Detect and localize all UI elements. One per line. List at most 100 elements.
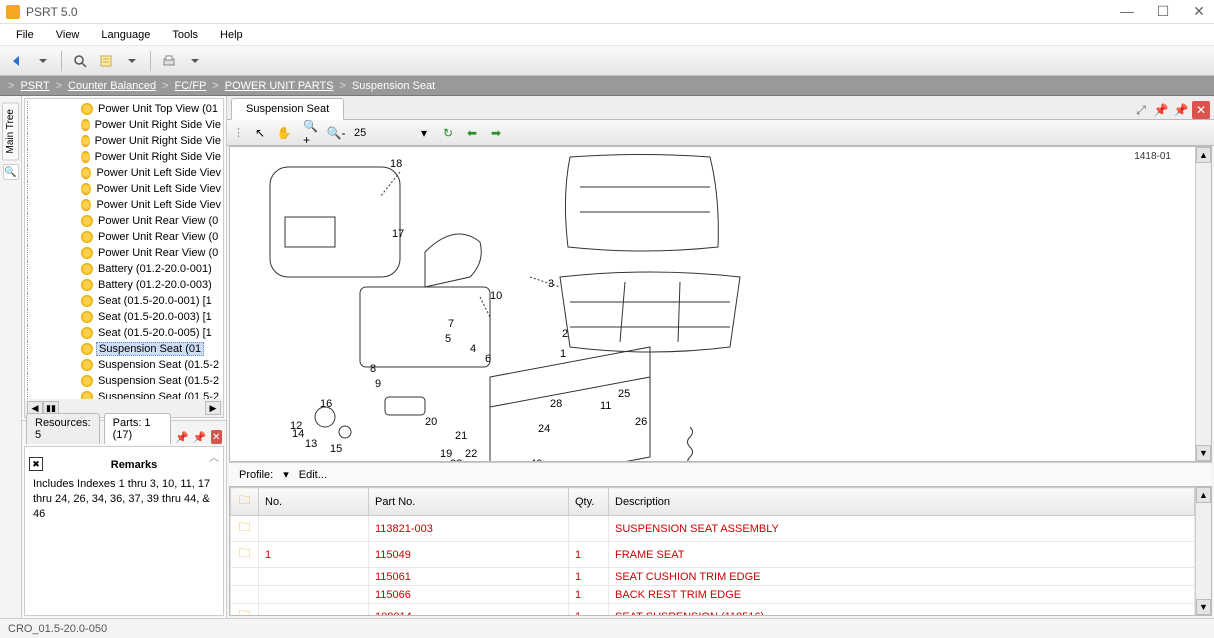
tree-item[interactable]: Power Unit Right Side Vie <box>27 117 223 133</box>
pin-icon-2[interactable]: 📌 <box>193 430 207 444</box>
resources-tab[interactable]: Resources: 5 <box>26 413 100 444</box>
tree-item[interactable]: Battery (01.2-20.0-001) <box>27 261 223 277</box>
close-doc-icon[interactable]: ✕ <box>1192 101 1210 119</box>
back-button[interactable] <box>6 50 28 72</box>
menu-language[interactable]: Language <box>91 27 160 43</box>
main-tree-tab[interactable]: Main Tree <box>2 102 19 160</box>
tree-item[interactable]: Seat (01.5-20.0-001) [1 <box>27 293 223 309</box>
pin-icon[interactable]: 📌 <box>175 430 189 444</box>
breadcrumb-item[interactable]: POWER UNIT PARTS <box>225 80 334 92</box>
cell-part: 115061 <box>369 568 569 586</box>
profile-dropdown[interactable]: ▾ <box>283 468 289 481</box>
tree-item[interactable]: Seat (01.5-20.0-003) [1 <box>27 309 223 325</box>
expand-icon[interactable]: ⤢ <box>1132 101 1150 119</box>
parts-tab[interactable]: Parts: 1 (17) <box>104 413 172 444</box>
grid-scrollbar[interactable]: ▲ ▼ <box>1195 487 1211 615</box>
tree-item[interactable]: Power Unit Right Side Vie <box>27 149 223 165</box>
cell-qty: 1 <box>569 542 609 568</box>
pin-doc-icon[interactable]: 📌 <box>1152 101 1170 119</box>
zoom-value[interactable]: 25 <box>350 126 410 140</box>
grid-header-part[interactable]: Part No. <box>369 488 569 516</box>
nav-prev-icon[interactable]: ⬅ <box>462 123 482 143</box>
close-button[interactable]: ✕ <box>1190 3 1208 20</box>
bulb-icon <box>81 279 93 291</box>
cell-no <box>259 568 369 586</box>
scroll-down-button[interactable]: ▼ <box>1196 445 1211 461</box>
menu-help[interactable]: Help <box>210 27 253 43</box>
profile-edit-link[interactable]: Edit... <box>299 469 327 481</box>
dropdown-toggle[interactable] <box>32 50 54 72</box>
cell-desc: FRAME SEAT <box>609 542 1195 568</box>
breadcrumb-item[interactable]: FC/FP <box>175 80 207 92</box>
tree-item[interactable]: Power Unit Rear View (0 <box>27 213 223 229</box>
menu-view[interactable]: View <box>46 27 90 43</box>
bulb-icon <box>81 231 93 243</box>
viewer-scrollbar[interactable]: ▲ ▼ <box>1195 147 1211 461</box>
print-icon[interactable] <box>158 50 180 72</box>
tree-item-label: Suspension Seat (01.5-2 <box>96 359 221 371</box>
tree-item[interactable]: Battery (01.2-20.0-003) <box>27 277 223 293</box>
nav-next-icon[interactable]: ➡ <box>486 123 506 143</box>
diagram-viewer[interactable]: 1418-01 <box>229 146 1212 462</box>
tree-item[interactable]: Suspension Seat (01.5-2 <box>27 373 223 389</box>
bulb-icon <box>81 359 93 371</box>
tree-item[interactable]: Power Unit Top View (01 <box>27 101 223 117</box>
refresh-icon[interactable]: ↻ <box>438 123 458 143</box>
menu-tools[interactable]: Tools <box>162 27 208 43</box>
zoom-out-icon[interactable]: 🔍- <box>326 123 346 143</box>
tree-item[interactable]: Power Unit Left Side Viev <box>27 197 223 213</box>
table-row[interactable]: 🗀11150491FRAME SEAT <box>231 542 1195 568</box>
tree-item-label: Suspension Seat (01 <box>96 342 204 356</box>
grid-scroll-down[interactable]: ▼ <box>1196 599 1211 615</box>
tree-item[interactable]: Power Unit Right Side Vie <box>27 133 223 149</box>
tree-item[interactable]: Power Unit Left Side Viev <box>27 181 223 197</box>
menu-file[interactable]: File <box>6 27 44 43</box>
zoom-dropdown[interactable]: ▾ <box>414 123 434 143</box>
table-row[interactable]: 1150611SEAT CUSHION TRIM EDGE <box>231 568 1195 586</box>
close-panel-icon[interactable]: ✕ <box>211 430 222 444</box>
tree-item[interactable]: Power Unit Rear View (0 <box>27 229 223 245</box>
grid-header-no[interactable]: No. <box>259 488 369 516</box>
grid-header-icon[interactable]: 🗀 <box>231 488 259 516</box>
notes-icon[interactable] <box>95 50 117 72</box>
tree-item[interactable]: Suspension Seat (01.5-2 <box>27 389 223 399</box>
pin-doc-icon-2[interactable]: 📌 <box>1172 101 1190 119</box>
minimize-button[interactable]: — <box>1118 3 1136 20</box>
callout-number: 9 <box>375 378 381 390</box>
tree-item[interactable]: Suspension Seat (01.5-2 <box>27 357 223 373</box>
lower-tabs: Resources: 5 Parts: 1 (17) 📌 📌 ✕ <box>22 420 226 444</box>
pan-tool[interactable]: ✋ <box>274 123 294 143</box>
breadcrumb-item[interactable]: Counter Balanced <box>68 80 156 92</box>
tree-item[interactable]: Power Unit Left Side Viev <box>27 165 223 181</box>
search-icon[interactable] <box>69 50 91 72</box>
tree-item[interactable]: Power Unit Rear View (0 <box>27 245 223 261</box>
scroll-up-button[interactable]: ▲ <box>1196 147 1211 163</box>
doc-tab-suspension-seat[interactable]: Suspension Seat <box>231 98 344 120</box>
callout-number: 6 <box>485 353 491 365</box>
cell-part: 115066 <box>369 586 569 604</box>
folder-icon: 🗀 <box>238 520 250 534</box>
pointer-tool[interactable]: ↖ <box>250 123 270 143</box>
tree-item[interactable]: Suspension Seat (01 <box>27 341 223 357</box>
table-row[interactable]: 🗀1080141SEAT SUSPENSION (118516) <box>231 604 1195 616</box>
table-row[interactable]: 1150661BACK REST TRIM EDGE <box>231 586 1195 604</box>
scroll-up-icon[interactable]: ︿ <box>207 449 221 463</box>
search-side-icon[interactable]: 🔍 <box>3 164 19 180</box>
cell-no <box>259 516 369 542</box>
tree-view[interactable]: Power Unit Top View (01Power Unit Right … <box>24 98 224 418</box>
grid-header-desc[interactable]: Description <box>609 488 1195 516</box>
profile-bar: Profile: ▾ Edit... <box>229 462 1212 486</box>
grid-scroll-up[interactable]: ▲ <box>1196 487 1211 503</box>
tree-item[interactable]: Seat (01.5-20.0-005) [1 <box>27 325 223 341</box>
bulb-icon <box>81 375 93 387</box>
print-dropdown[interactable] <box>184 50 206 72</box>
scroll-right-button[interactable]: ▶ <box>205 401 221 415</box>
grid-header-qty[interactable]: Qty. <box>569 488 609 516</box>
tree-item-label: Power Unit Rear View (0 <box>96 231 220 243</box>
zoom-in-icon[interactable]: 🔍+ <box>302 123 322 143</box>
bulb-icon <box>81 135 90 147</box>
table-row[interactable]: 🗀113821-003SUSPENSION SEAT ASSEMBLY <box>231 516 1195 542</box>
breadcrumb-item[interactable]: PSRT <box>20 80 49 92</box>
dropdown-toggle-2[interactable] <box>121 50 143 72</box>
maximize-button[interactable]: ☐ <box>1154 3 1172 20</box>
